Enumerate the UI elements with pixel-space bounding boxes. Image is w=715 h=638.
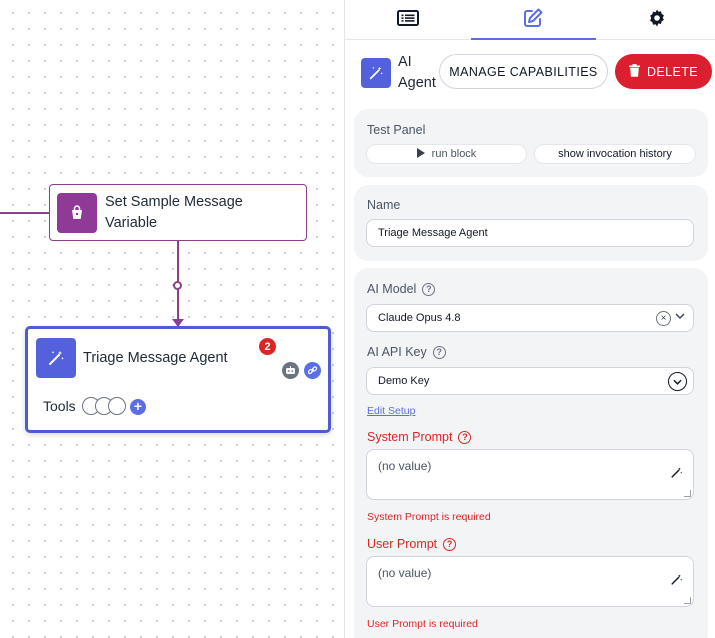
help-icon[interactable]: ? (443, 537, 457, 551)
api-key-label: AI API Key ? (367, 345, 446, 359)
node-set-sample-message-variable[interactable]: Set Sample Message Variable (49, 184, 307, 241)
tab-settings[interactable] (595, 0, 715, 40)
edit-setup-link[interactable]: Edit Setup (367, 405, 415, 417)
tool-slot[interactable] (108, 397, 126, 415)
tools-label: Tools (43, 398, 76, 414)
help-icon[interactable]: ? (432, 345, 446, 359)
run-block-label: run block (431, 148, 477, 160)
panel-tabs (345, 0, 715, 40)
robot-icon[interactable] (282, 362, 299, 379)
resize-handle[interactable] (684, 490, 691, 497)
name-label: Name (367, 198, 401, 212)
user-prompt-label-text: User Prompt (367, 537, 438, 551)
tab-list[interactable] (346, 0, 470, 40)
play-icon (416, 147, 425, 161)
delete-button[interactable]: DELETE (615, 54, 712, 89)
resize-handle[interactable] (684, 597, 691, 604)
delete-label: DELETE (646, 64, 699, 79)
active-tab-indicator (471, 38, 596, 40)
system-prompt-label: System Prompt ? (367, 430, 472, 444)
ai-config-card: AI Model ? Claude Opus 4.8 × AI API Key … (354, 268, 708, 638)
name-card: Name Triage Message Agent (354, 185, 708, 261)
magic-wand-icon[interactable] (670, 573, 683, 589)
help-icon[interactable]: ? (422, 282, 436, 296)
system-prompt-textarea[interactable]: (no value) (366, 449, 694, 500)
tab-edit[interactable] (471, 0, 595, 40)
magic-wand-icon (361, 58, 391, 88)
ai-model-value: Claude Opus 4.8 (378, 312, 461, 324)
test-panel-label: Test Panel (367, 123, 426, 137)
add-tool-button[interactable]: + (130, 399, 146, 415)
inspector-panel: AI Agent MANAGE CAPABILITIES DELETE Test… (344, 0, 715, 638)
block-type-title: AI Agent (398, 54, 436, 91)
run-block-button[interactable]: run block (366, 144, 527, 164)
magic-wand-icon (36, 338, 76, 378)
bucket-icon (57, 192, 97, 233)
node-label: Triage Message Agent (83, 350, 228, 366)
show-invocation-history-button[interactable]: show invocation history (534, 144, 696, 164)
api-key-label-text: AI API Key (367, 345, 427, 359)
ai-model-label: AI Model ? (367, 282, 436, 296)
tool-slots (82, 397, 126, 415)
flow-canvas[interactable]: Set Sample Message Variable Triage Messa… (0, 0, 344, 638)
ai-model-label-text: AI Model (367, 282, 417, 296)
user-prompt-placeholder: (no value) (378, 566, 432, 580)
system-prompt-error: System Prompt is required (367, 511, 491, 523)
ai-model-select[interactable]: Claude Opus 4.8 × (366, 304, 694, 332)
api-key-select[interactable]: Demo Key (366, 367, 694, 395)
panel-header: AI Agent MANAGE CAPABILITIES DELETE (345, 48, 715, 98)
node-triage-message-agent[interactable]: Triage Message Agent 2 Tools + (25, 326, 331, 433)
user-prompt-error: User Prompt is required (367, 618, 478, 630)
gear-icon (647, 8, 667, 33)
chevron-down-icon[interactable] (675, 311, 685, 322)
edge-incoming (0, 212, 50, 214)
manage-capabilities-button[interactable]: MANAGE CAPABILITIES (439, 54, 608, 89)
edit-icon (523, 8, 543, 33)
chevron-down-icon[interactable] (668, 372, 687, 391)
clear-icon[interactable]: × (656, 311, 671, 326)
system-prompt-placeholder: (no value) (378, 459, 432, 473)
trash-icon (628, 63, 640, 80)
list-icon (397, 9, 419, 31)
api-key-value: Demo Key (378, 375, 430, 387)
name-input[interactable]: Triage Message Agent (366, 219, 694, 247)
error-count-badge: 2 (259, 338, 276, 355)
user-prompt-textarea[interactable]: (no value) (366, 556, 694, 607)
node-label: Set Sample Message Variable (105, 193, 243, 231)
magic-wand-icon[interactable] (670, 466, 683, 482)
user-prompt-label: User Prompt ? (367, 537, 457, 551)
edge-handle[interactable] (173, 281, 182, 290)
help-icon[interactable]: ? (458, 430, 472, 444)
system-prompt-label-text: System Prompt (367, 430, 453, 444)
link-icon[interactable] (304, 362, 321, 379)
test-panel-card: Test Panel run block show invocation his… (354, 109, 708, 177)
